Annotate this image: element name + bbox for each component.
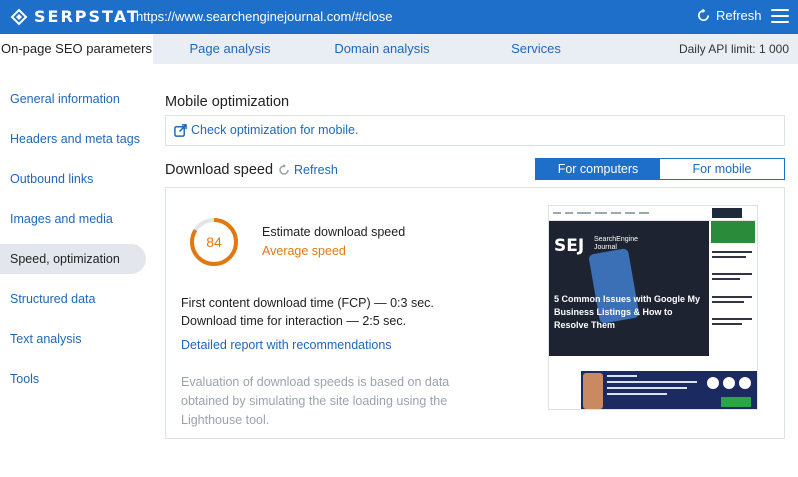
download-speed-refresh-label: Refresh xyxy=(294,163,338,177)
tab-services[interactable]: Services xyxy=(496,34,576,64)
tab-page-analysis[interactable]: Page analysis xyxy=(163,34,297,64)
speed-rating: Average speed xyxy=(262,244,346,258)
sidebar-item-structured-data[interactable]: Structured data xyxy=(0,284,150,314)
mobile-optimization-box: Check optimization for mobile. xyxy=(165,115,785,146)
top-bar: SERPSTAT https://www.searchenginejournal… xyxy=(0,0,798,34)
preview-brand-sub: SearchEngine Journal xyxy=(594,236,638,251)
download-speed-panel: 84 Estimate download speed Average speed… xyxy=(165,187,785,439)
serpstat-logo-icon xyxy=(10,8,28,26)
interaction-metric: Download time for interaction — 2:5 sec. xyxy=(181,314,407,328)
tab-domain-analysis[interactable]: Domain analysis xyxy=(320,34,444,64)
device-toggle: For computers For mobile xyxy=(535,158,785,180)
check-mobile-link[interactable]: Check optimization for mobile. xyxy=(174,123,358,137)
logo-text: SERPSTAT xyxy=(34,7,140,26)
page-screenshot-preview: SEJ SearchEngine Journal 5 Common Issues… xyxy=(548,205,758,410)
check-mobile-link-label: Check optimization for mobile. xyxy=(191,123,359,137)
lighthouse-note: Evaluation of download speeds is based o… xyxy=(181,375,450,427)
refresh-icon xyxy=(698,8,710,21)
current-url: https://www.searchenginejournal.com/#clo… xyxy=(136,9,393,24)
sidebar-item-tools[interactable]: Tools xyxy=(0,364,150,394)
sidebar-item-general-information[interactable]: General information xyxy=(0,84,150,114)
hamburger-menu-icon[interactable] xyxy=(771,9,789,23)
sidebar-item-outbound-links[interactable]: Outbound links xyxy=(0,164,150,194)
mobile-optimization-title: Mobile optimization xyxy=(165,94,290,110)
tab-on-page-seo[interactable]: On-page SEO parameters xyxy=(0,34,153,64)
for-computers-button[interactable]: For computers xyxy=(536,159,660,179)
fcp-metric: First content download time (FCP) — 0:3 … xyxy=(181,296,434,310)
serpstat-logo[interactable]: SERPSTAT xyxy=(10,7,140,27)
score-value: 84 xyxy=(206,234,222,250)
tab-bar: On-page SEO parameters Page analysis Dom… xyxy=(0,34,798,64)
refresh-icon xyxy=(279,164,289,175)
sidebar-item-headers-meta[interactable]: Headers and meta tags xyxy=(0,124,150,154)
estimate-label: Estimate download speed xyxy=(262,225,406,239)
sidebar: General information Headers and meta tag… xyxy=(0,84,150,404)
refresh-label: Refresh xyxy=(716,8,762,23)
api-limit: Daily API limit: 1 000 xyxy=(678,42,789,56)
preview-brand: SEJ xyxy=(554,236,585,256)
for-mobile-button[interactable]: For mobile xyxy=(660,159,784,179)
sidebar-item-text-analysis[interactable]: Text analysis xyxy=(0,324,150,354)
preview-headline: 5 Common Issues with Google My Business … xyxy=(554,294,701,330)
detailed-report-link[interactable]: Detailed report with recommendations xyxy=(181,338,392,352)
sidebar-item-speed-optimization[interactable]: Speed, optimization xyxy=(0,244,146,274)
sidebar-item-images-media[interactable]: Images and media xyxy=(0,204,150,234)
download-speed-refresh[interactable]: Refresh xyxy=(278,163,338,177)
download-speed-title: Download speed xyxy=(165,162,274,178)
refresh-button[interactable]: Refresh xyxy=(696,8,762,23)
external-link-icon xyxy=(174,123,187,137)
